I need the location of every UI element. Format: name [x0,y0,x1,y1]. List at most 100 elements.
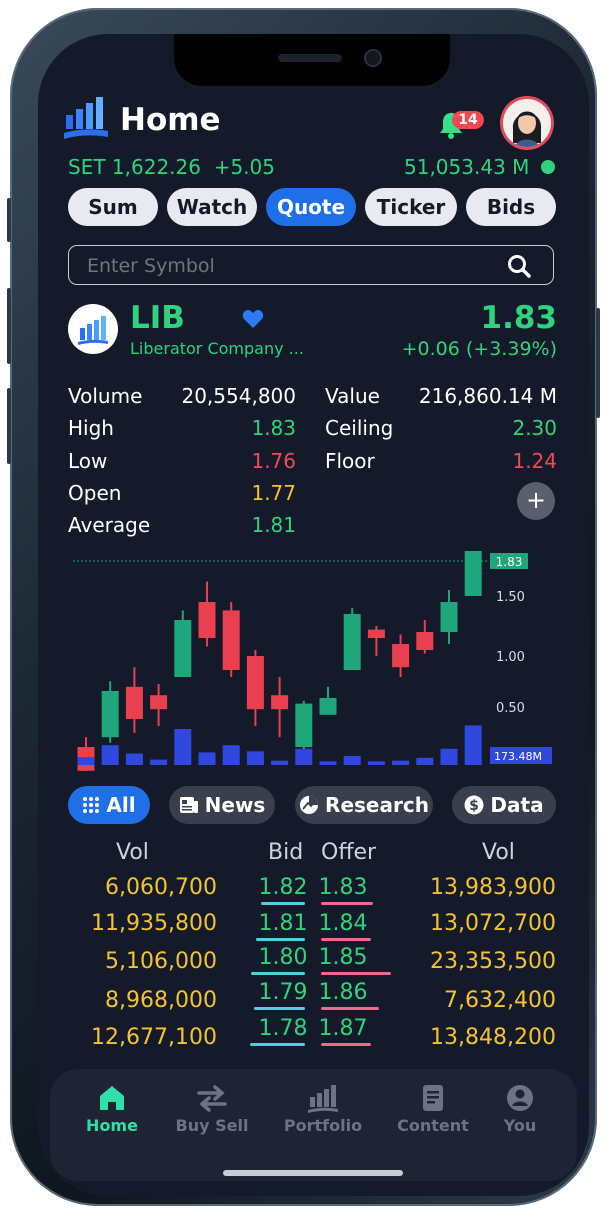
nav-content-label: Content [397,1116,469,1135]
stat-label-high: High [68,416,114,440]
stat-label-ceiling: Ceiling [325,416,394,440]
stock-name: Liberator Company ... [130,339,304,358]
stock-change-value: +0.06 [401,338,460,360]
offer-underline [321,1043,371,1046]
bid-underline [261,902,305,905]
volume-bar [125,753,143,765]
home-indicator [223,1170,403,1176]
candle-body [101,691,119,738]
index-label: SET [68,155,106,179]
stat-value-volume: 20,554,800 [181,384,296,408]
nav-home[interactable]: Home [72,1080,152,1135]
plus-icon: + [525,486,547,514]
bid-volume: 6,060,700 [105,875,217,900]
nav-portfolio[interactable]: Portfolio [283,1080,363,1135]
symbol-search[interactable] [68,245,554,285]
market-index: SET 1,622.26 +5.05 [68,155,275,179]
bid-volume: 5,106,000 [105,949,217,974]
offer-volume: 7,632,400 [444,988,556,1013]
nav-you[interactable]: You [480,1080,560,1135]
stat-label-average: Average [68,513,151,537]
filter-research[interactable]: Research [295,786,433,824]
filter-news[interactable]: News [169,786,275,824]
bid-price: 1.79 [258,980,308,1005]
volume-bar [271,760,289,765]
y-tick-1: 1.50 [496,590,525,605]
screen: Home 14 SET 1,622.26 +5.05 51,053.43 M S… [38,34,589,1196]
bid-header: Bid [268,840,304,865]
favorite-heart-icon[interactable] [242,309,264,329]
nav-home-label: Home [86,1116,138,1135]
filter-all-label: All [106,793,136,817]
stock-change-pct: (+3.39%) [465,338,557,360]
swap-icon [197,1085,227,1112]
candle-body [343,614,361,670]
offer-volume: 13,983,900 [430,875,556,900]
y-tick-3: 0.50 [496,701,525,716]
offer-underline [321,902,373,905]
power-button [596,308,600,418]
candle-body [271,695,289,710]
tab-bids[interactable]: Bids [466,188,556,226]
nav-content[interactable]: Content [393,1080,473,1135]
stock-logo-icon [78,316,108,345]
stat-label-value: Value [325,384,380,408]
avatar[interactable] [500,96,554,150]
bid-price: 1.78 [258,1016,308,1041]
tab-sum[interactable]: Sum [68,188,158,226]
stat-label-open: Open [68,481,122,505]
stock-symbol: LIB [130,300,185,336]
volume-bar [101,745,119,765]
stock-logo [68,304,118,354]
speaker [278,54,342,62]
candle-body [222,610,240,670]
home-icon [100,1086,124,1110]
index-change: +5.05 [213,155,275,179]
candle-body [174,620,192,677]
tab-quote[interactable]: Quote [266,188,356,226]
market-status-dot [541,160,555,174]
candle-body [416,632,434,650]
filter-news-label: News [204,793,266,817]
volume-bar [464,725,482,765]
offer-price: 1.85 [318,945,368,970]
candle-body [246,656,264,710]
expand-stats-button[interactable]: + [517,482,555,520]
stat-label-volume: Volume [68,384,143,408]
stat-value-floor: 1.24 [512,449,557,473]
volume-label: 173.48M [494,750,542,763]
volume-bar [319,761,337,765]
app-logo-icon [64,97,108,139]
bid-underline [251,972,305,975]
portfolio-icon [308,1085,338,1113]
y-tick-2: 1.00 [496,650,525,665]
offer-vol-header: Vol [482,840,515,865]
stat-value-high: 1.83 [251,416,296,440]
stat-label-low: Low [68,449,108,473]
dollar-icon: $ [464,795,484,815]
search-icon[interactable] [506,253,532,279]
offer-header: Offer [321,840,377,865]
tab-ticker[interactable]: Ticker [365,188,457,226]
offer-underline [321,972,391,975]
filter-all[interactable]: All [68,786,150,824]
bid-price: 1.81 [258,911,308,936]
avatar-image [503,99,551,147]
candle-body [464,551,482,596]
offer-volume: 13,848,200 [430,1025,556,1050]
candle-body [392,644,410,668]
symbol-search-input[interactable] [85,252,489,280]
stock-price: 1.83 [480,300,558,336]
price-chart: 1.83 1.50 1.00 0.50 173.48M [73,551,552,771]
volume-down-button [7,388,11,464]
notification-badge: 14 [452,111,484,129]
tab-watch[interactable]: Watch [167,188,257,226]
last-price-label: 1.83 [496,555,523,569]
offer-volume: 23,353,500 [430,949,556,974]
volume-bar [222,745,240,765]
stat-value-low: 1.76 [251,449,296,473]
bid-price: 1.80 [258,945,308,970]
grid-icon [83,797,100,813]
filter-data[interactable]: $ Data [452,786,556,824]
nav-buy-sell[interactable]: Buy Sell [172,1080,252,1135]
